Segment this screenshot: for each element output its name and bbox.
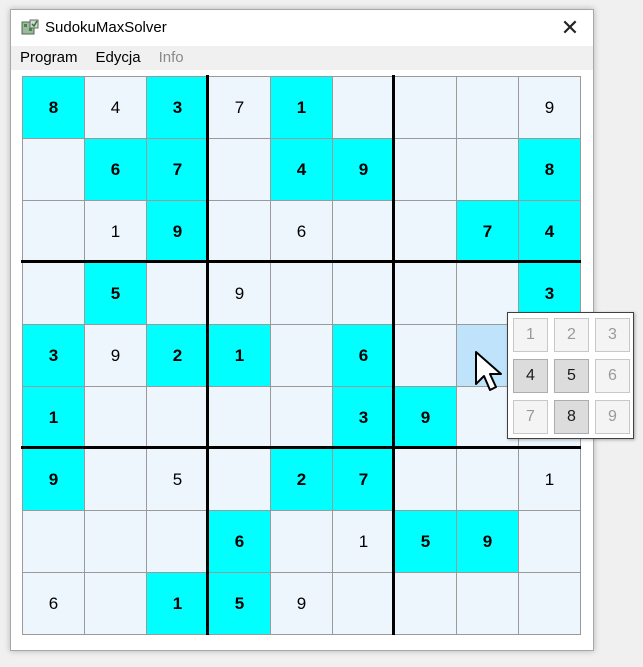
box-divider-vertical <box>206 75 209 635</box>
sudoku-cell-r5c1[interactable]: 3 <box>22 324 85 387</box>
sudoku-cell-r8c6[interactable]: 1 <box>332 510 395 573</box>
sudoku-cell-r2c1[interactable] <box>22 138 85 201</box>
sudoku-cell-r2c7[interactable] <box>394 138 457 201</box>
sudoku-cell-r6c6[interactable]: 3 <box>332 386 395 449</box>
candidate-button-9[interactable]: 9 <box>595 400 630 434</box>
sudoku-cell-r4c4[interactable]: 9 <box>208 262 271 325</box>
sudoku-cell-r7c1[interactable]: 9 <box>22 448 85 511</box>
candidate-popup: 123 456 789 <box>507 312 634 439</box>
sudoku-cell-r1c7[interactable] <box>394 76 457 139</box>
candidate-button-7[interactable]: 7 <box>513 400 548 434</box>
sudoku-cell-r1c9[interactable]: 9 <box>518 76 581 139</box>
sudoku-cell-r5c3[interactable]: 2 <box>146 324 209 387</box>
sudoku-cell-r2c5[interactable]: 4 <box>270 138 333 201</box>
sudoku-cell-r4c1[interactable] <box>22 262 85 325</box>
sudoku-cell-r3c6[interactable] <box>332 200 395 263</box>
sudoku-cell-r9c7[interactable] <box>394 572 457 635</box>
candidate-button-3[interactable]: 3 <box>595 318 630 352</box>
sudoku-cell-r7c2[interactable] <box>84 448 147 511</box>
sudoku-cell-r1c3[interactable]: 3 <box>146 76 209 139</box>
candidate-button-6[interactable]: 6 <box>595 359 630 393</box>
sudoku-cell-r3c9[interactable]: 4 <box>518 200 581 263</box>
sudoku-cell-r2c3[interactable]: 7 <box>146 138 209 201</box>
box-divider-vertical <box>392 75 395 635</box>
box-divider-horizontal <box>21 446 581 449</box>
sudoku-cell-r2c2[interactable]: 6 <box>84 138 147 201</box>
sudoku-cell-r8c8[interactable]: 9 <box>456 510 519 573</box>
sudoku-cell-r9c2[interactable] <box>84 572 147 635</box>
sudoku-cell-r8c1[interactable] <box>22 510 85 573</box>
close-button[interactable]: ✕ <box>547 10 593 46</box>
sudoku-cell-r1c5[interactable]: 1 <box>270 76 333 139</box>
sudoku-cell-r4c3[interactable] <box>146 262 209 325</box>
sudoku-cell-r2c9[interactable]: 8 <box>518 138 581 201</box>
sudoku-cell-r9c4[interactable]: 5 <box>208 572 271 635</box>
sudoku-cell-r4c5[interactable] <box>270 262 333 325</box>
candidate-button-2[interactable]: 2 <box>554 318 589 352</box>
menu-bar: Program Edycja Info <box>11 46 593 70</box>
sudoku-cell-r1c2[interactable]: 4 <box>84 76 147 139</box>
sudoku-cell-r5c4[interactable]: 1 <box>208 324 271 387</box>
title-bar[interactable]: SudokuMaxSolver ✕ <box>11 10 593 46</box>
sudoku-cell-r7c3[interactable]: 5 <box>146 448 209 511</box>
candidate-button-8[interactable]: 8 <box>554 400 589 434</box>
sudoku-cell-r7c5[interactable]: 2 <box>270 448 333 511</box>
sudoku-cell-r6c1[interactable]: 1 <box>22 386 85 449</box>
menu-item-edycja[interactable]: Edycja <box>87 46 150 70</box>
sudoku-cell-r5c7[interactable] <box>394 324 457 387</box>
sudoku-cell-r2c6[interactable]: 9 <box>332 138 395 201</box>
sudoku-cell-r4c7[interactable] <box>394 262 457 325</box>
sudoku-cell-r8c2[interactable] <box>84 510 147 573</box>
sudoku-cell-r4c2[interactable]: 5 <box>84 262 147 325</box>
sudoku-app-icon <box>21 19 39 35</box>
sudoku-cell-r3c4[interactable] <box>208 200 271 263</box>
sudoku-cell-r6c4[interactable] <box>208 386 271 449</box>
sudoku-cell-r8c7[interactable]: 5 <box>394 510 457 573</box>
sudoku-cell-r5c2[interactable]: 9 <box>84 324 147 387</box>
sudoku-cell-r9c8[interactable] <box>456 572 519 635</box>
sudoku-cell-r5c6[interactable]: 6 <box>332 324 395 387</box>
sudoku-cell-r3c1[interactable] <box>22 200 85 263</box>
mouse-pointer-icon <box>475 351 502 391</box>
sudoku-cell-r7c9[interactable]: 1 <box>518 448 581 511</box>
sudoku-cell-r6c3[interactable] <box>146 386 209 449</box>
sudoku-cell-r9c5[interactable]: 9 <box>270 572 333 635</box>
sudoku-cell-r7c8[interactable] <box>456 448 519 511</box>
sudoku-cell-r3c8[interactable]: 7 <box>456 200 519 263</box>
sudoku-cell-r1c8[interactable] <box>456 76 519 139</box>
sudoku-cell-r3c2[interactable]: 1 <box>84 200 147 263</box>
candidate-button-5[interactable]: 5 <box>554 359 589 393</box>
sudoku-cell-r9c9[interactable] <box>518 572 581 635</box>
sudoku-cell-r3c3[interactable]: 9 <box>146 200 209 263</box>
sudoku-cell-r6c7[interactable]: 9 <box>394 386 457 449</box>
sudoku-cell-r7c4[interactable] <box>208 448 271 511</box>
sudoku-cell-r2c4[interactable] <box>208 138 271 201</box>
sudoku-cell-r9c6[interactable] <box>332 572 395 635</box>
sudoku-cell-r8c5[interactable] <box>270 510 333 573</box>
sudoku-cell-r5c5[interactable] <box>270 324 333 387</box>
sudoku-cell-r6c5[interactable] <box>270 386 333 449</box>
sudoku-cell-r1c4[interactable]: 7 <box>208 76 271 139</box>
sudoku-cell-r9c3[interactable]: 1 <box>146 572 209 635</box>
sudoku-cell-r3c7[interactable] <box>394 200 457 263</box>
candidate-button-4[interactable]: 4 <box>513 359 548 393</box>
sudoku-cell-r2c8[interactable] <box>456 138 519 201</box>
sudoku-cell-r1c6[interactable] <box>332 76 395 139</box>
candidate-button-1[interactable]: 1 <box>513 318 548 352</box>
menu-item-program[interactable]: Program <box>11 46 87 70</box>
menu-item-info[interactable]: Info <box>150 46 193 70</box>
sudoku-cell-r8c4[interactable]: 6 <box>208 510 271 573</box>
sudoku-cell-r4c6[interactable] <box>332 262 395 325</box>
box-divider-horizontal <box>21 260 581 263</box>
sudoku-cell-r6c2[interactable] <box>84 386 147 449</box>
close-icon: ✕ <box>560 15 580 40</box>
sudoku-cell-r7c6[interactable]: 7 <box>332 448 395 511</box>
sudoku-cell-r8c9[interactable] <box>518 510 581 573</box>
window-title: SudokuMaxSolver <box>45 19 167 36</box>
sudoku-cell-r1c1[interactable]: 8 <box>22 76 85 139</box>
sudoku-cell-r8c3[interactable] <box>146 510 209 573</box>
sudoku-cell-r9c1[interactable]: 6 <box>22 572 85 635</box>
sudoku-cell-r7c7[interactable] <box>394 448 457 511</box>
sudoku-cell-r3c5[interactable]: 6 <box>270 200 333 263</box>
